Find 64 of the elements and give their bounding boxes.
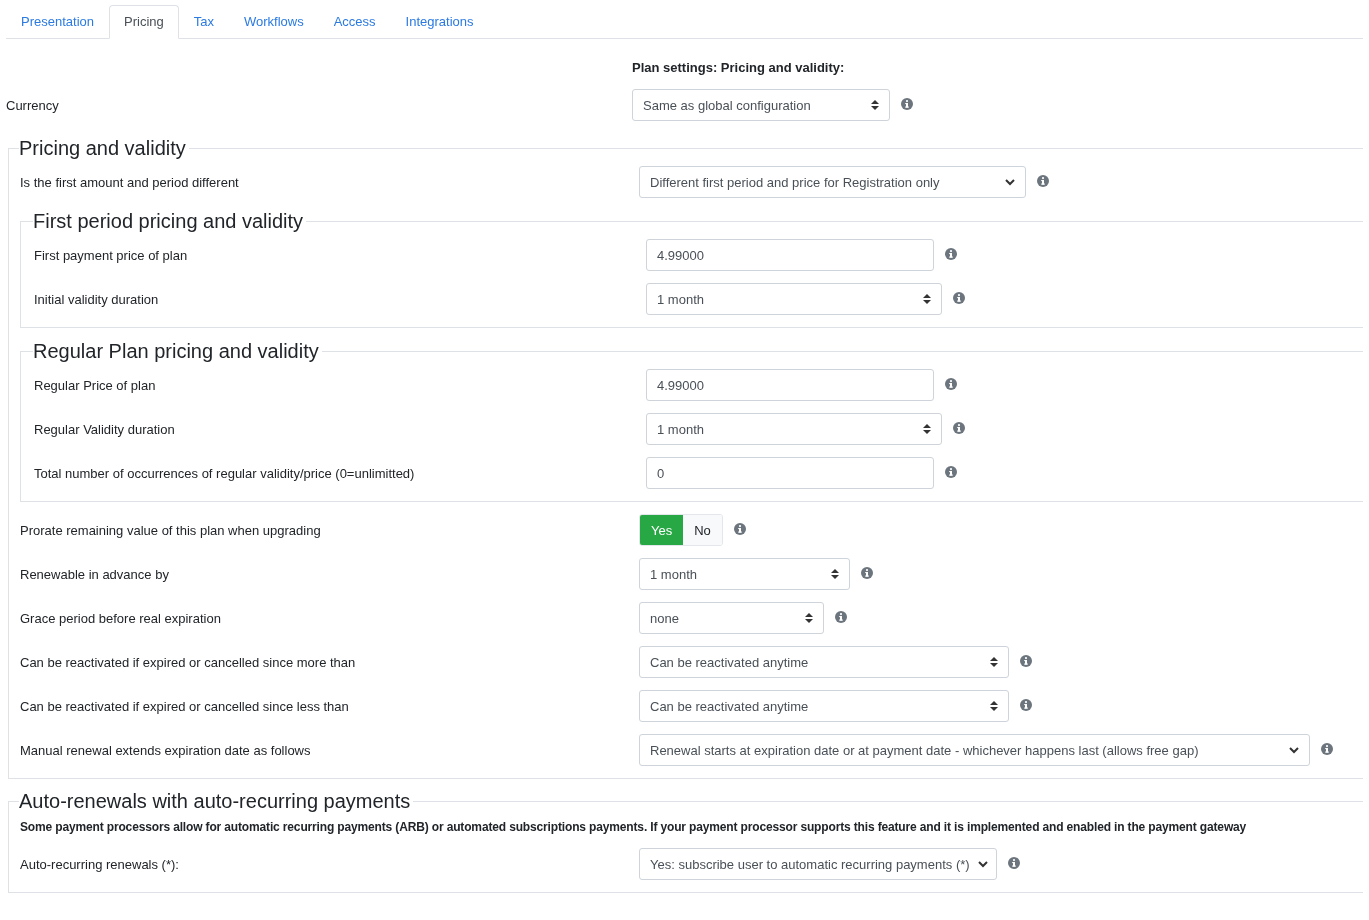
tab[interactable]: Tax [178, 5, 229, 38]
tab[interactable]: Presentation [6, 5, 109, 38]
info-icon[interactable] [1037, 175, 1049, 187]
field-label: Is the first amount and period different [20, 174, 240, 190]
updown-arrow-icon [831, 568, 839, 580]
info-icon[interactable] [945, 248, 957, 260]
field-label: Renewable in advance by [20, 566, 170, 582]
chevron-down-icon [1289, 746, 1299, 754]
tab[interactable]: Access [318, 5, 391, 38]
updown-arrow-icon [990, 656, 998, 668]
info-icon[interactable] [835, 611, 847, 623]
select-field[interactable]: 1 month [646, 283, 942, 315]
select-field[interactable]: Renewal starts at expiration date or at payment date - whichever happens last (allows free gap) [639, 734, 1310, 766]
input-field[interactable]: 4.99000 [646, 369, 934, 401]
tab[interactable]: Integrations [390, 5, 489, 38]
updown-arrow-icon [923, 293, 931, 305]
field-label: First payment price of plan [34, 247, 189, 263]
chevron-down-icon [1005, 178, 1015, 186]
tab[interactable]: Pricing [109, 5, 179, 39]
updown-arrow-icon [805, 612, 813, 624]
updown-arrow-icon [990, 700, 998, 712]
info-note: Some payment processors allow for automatic recurring payments (ARB) or automated subscriptions payments. If your payment processor supports this feature and it is implemented and enabled in the payment gateway [20, 820, 1247, 834]
field-label: Total number of occurrences of regular validity/price (0=unlimitted) [34, 465, 416, 481]
field-label: Prorate remaining value of this plan when upgrading [20, 522, 322, 538]
toggle-option[interactable]: No [683, 515, 722, 545]
field-label: Regular Price of plan [34, 377, 157, 393]
field-label: Auto-recurring renewals (*): [20, 856, 180, 872]
info-icon[interactable] [945, 378, 957, 390]
select-field[interactable]: none [639, 602, 824, 634]
info-icon[interactable] [953, 422, 965, 434]
tab[interactable]: Workflows [229, 5, 319, 38]
info-icon[interactable] [953, 292, 965, 304]
info-icon[interactable] [733, 523, 746, 535]
info-icon[interactable] [861, 567, 873, 579]
select-field[interactable]: Yes: subscribe user to automatic recurring payments (*) [639, 848, 997, 880]
field-label: Grace period before real expiration [20, 610, 222, 626]
select-field[interactable]: 1 month [639, 558, 850, 590]
select-field[interactable]: Same as global configuration [632, 89, 890, 121]
updown-arrow-icon [923, 423, 931, 435]
info-icon[interactable] [1321, 743, 1333, 755]
updown-arrow-icon [871, 99, 879, 111]
field-label: Manual renewal extends expiration date as follows [20, 742, 312, 758]
section-heading: Plan settings: Pricing and validity: [632, 60, 845, 75]
fieldset-legend: First period pricing and validity [33, 210, 307, 233]
fieldset-legend: Auto-renewals with auto-recurring payments [19, 790, 414, 813]
input-field[interactable]: 4.99000 [646, 239, 934, 271]
field-label: Currency [6, 97, 60, 113]
field-label: Initial validity duration [34, 291, 160, 307]
input-field[interactable]: 0 [646, 457, 934, 489]
select-field[interactable]: Can be reactivated anytime [639, 690, 1009, 722]
select-field[interactable]: Can be reactivated anytime [639, 646, 1009, 678]
info-icon[interactable] [1020, 699, 1032, 711]
field-label: Regular Validity duration [34, 421, 176, 437]
info-icon[interactable] [901, 98, 913, 110]
field-label: Can be reactivated if expired or cancelled since less than [20, 698, 350, 714]
info-icon[interactable] [1020, 655, 1032, 667]
select-field[interactable]: Different first period and price for Registration only [639, 166, 1026, 198]
info-icon[interactable] [1008, 857, 1020, 869]
field-label: Can be reactivated if expired or cancelled since more than [20, 654, 357, 670]
fieldset-legend: Pricing and validity [19, 137, 189, 160]
chevron-down-icon [977, 860, 988, 868]
select-field[interactable]: 1 month [646, 413, 942, 445]
info-icon[interactable] [945, 466, 957, 478]
fieldset-legend: Regular Plan pricing and validity [33, 340, 322, 363]
